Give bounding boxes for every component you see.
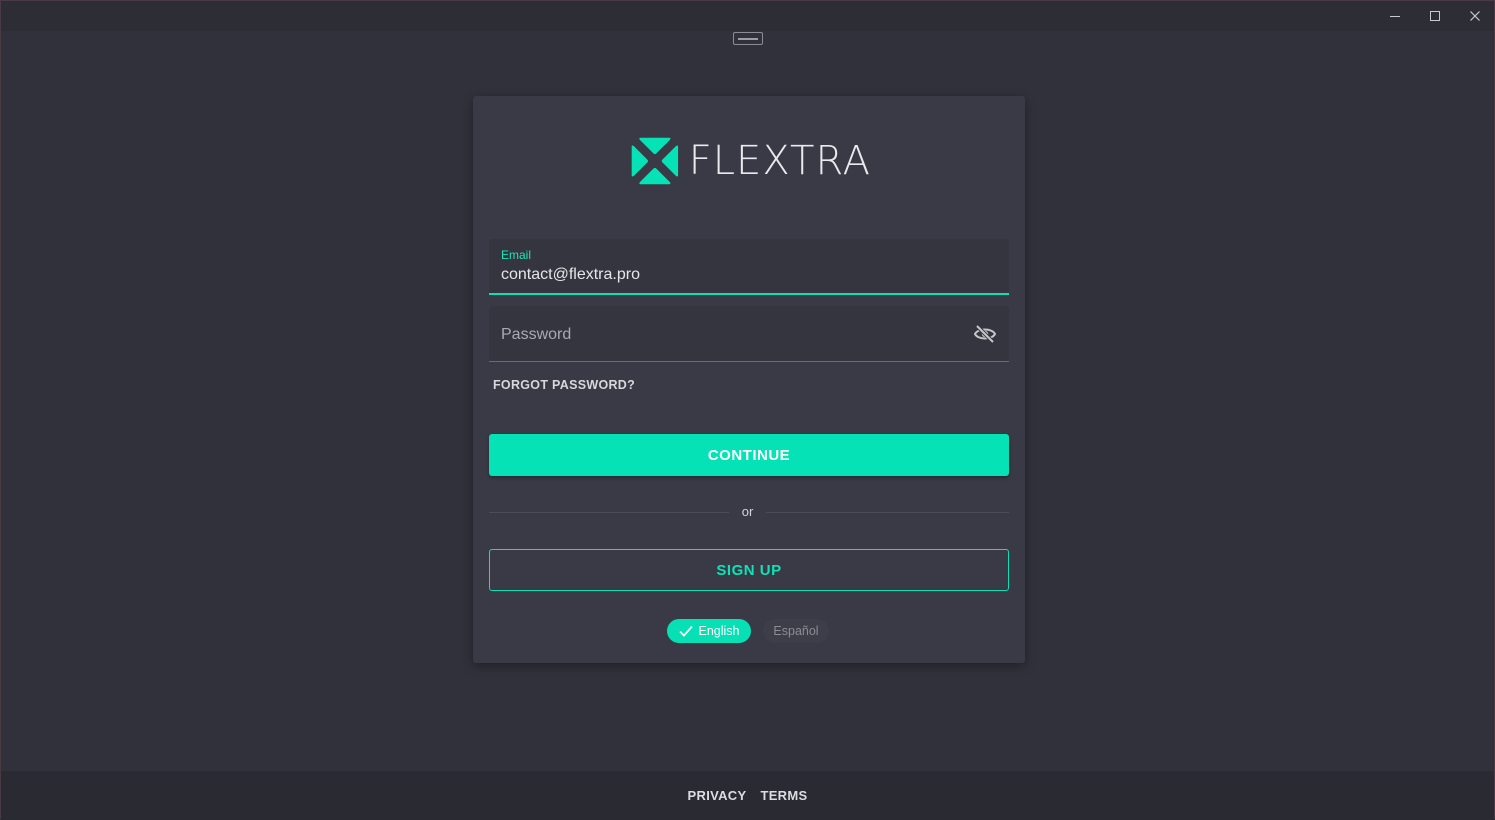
continue-button[interactable]: CONTINUE	[489, 434, 1009, 476]
flextra-logo-icon	[631, 137, 679, 185]
flextra-logo: FLEXTRA	[631, 126, 871, 196]
app-window: FLEXTRA Email contact@flextra.pro Passwo…	[0, 0, 1495, 820]
close-button[interactable]	[1455, 1, 1495, 31]
maximize-icon	[1430, 11, 1440, 21]
maximize-button[interactable]	[1415, 1, 1455, 31]
password-field[interactable]: Password	[489, 306, 1009, 362]
language-chip-spanish[interactable]: Español	[763, 619, 829, 643]
minimize-button[interactable]	[1375, 1, 1415, 31]
email-field[interactable]: Email contact@flextra.pro	[489, 239, 1009, 295]
email-input[interactable]: contact@flextra.pro	[501, 266, 640, 284]
language-english-label: English	[698, 624, 740, 638]
email-label: Email	[501, 248, 532, 262]
privacy-link[interactable]: PRIVACY	[688, 788, 747, 803]
title-bar[interactable]	[1, 1, 1494, 31]
sign-up-button[interactable]: SIGN UP	[489, 549, 1009, 591]
divider-or-text: or	[741, 504, 754, 519]
divider-right	[766, 512, 1009, 513]
logo-text: FLEXTRA	[688, 138, 871, 184]
language-spanish-label: Español	[773, 624, 819, 638]
minimize-icon	[1390, 16, 1400, 17]
drag-handle[interactable]	[733, 32, 763, 45]
footer: PRIVACY TERMS	[1, 771, 1494, 820]
password-input[interactable]: Password	[501, 326, 571, 344]
divider-left	[489, 512, 729, 513]
language-chip-english[interactable]: English	[667, 619, 751, 643]
login-card: FLEXTRA Email contact@flextra.pro Passwo…	[473, 96, 1025, 663]
checkmark-icon	[678, 625, 693, 637]
forgot-password-link[interactable]: FORGOT PASSWORD?	[493, 378, 635, 392]
terms-link[interactable]: TERMS	[760, 788, 807, 803]
close-icon	[1470, 11, 1480, 21]
eye-off-icon[interactable]	[973, 322, 997, 346]
